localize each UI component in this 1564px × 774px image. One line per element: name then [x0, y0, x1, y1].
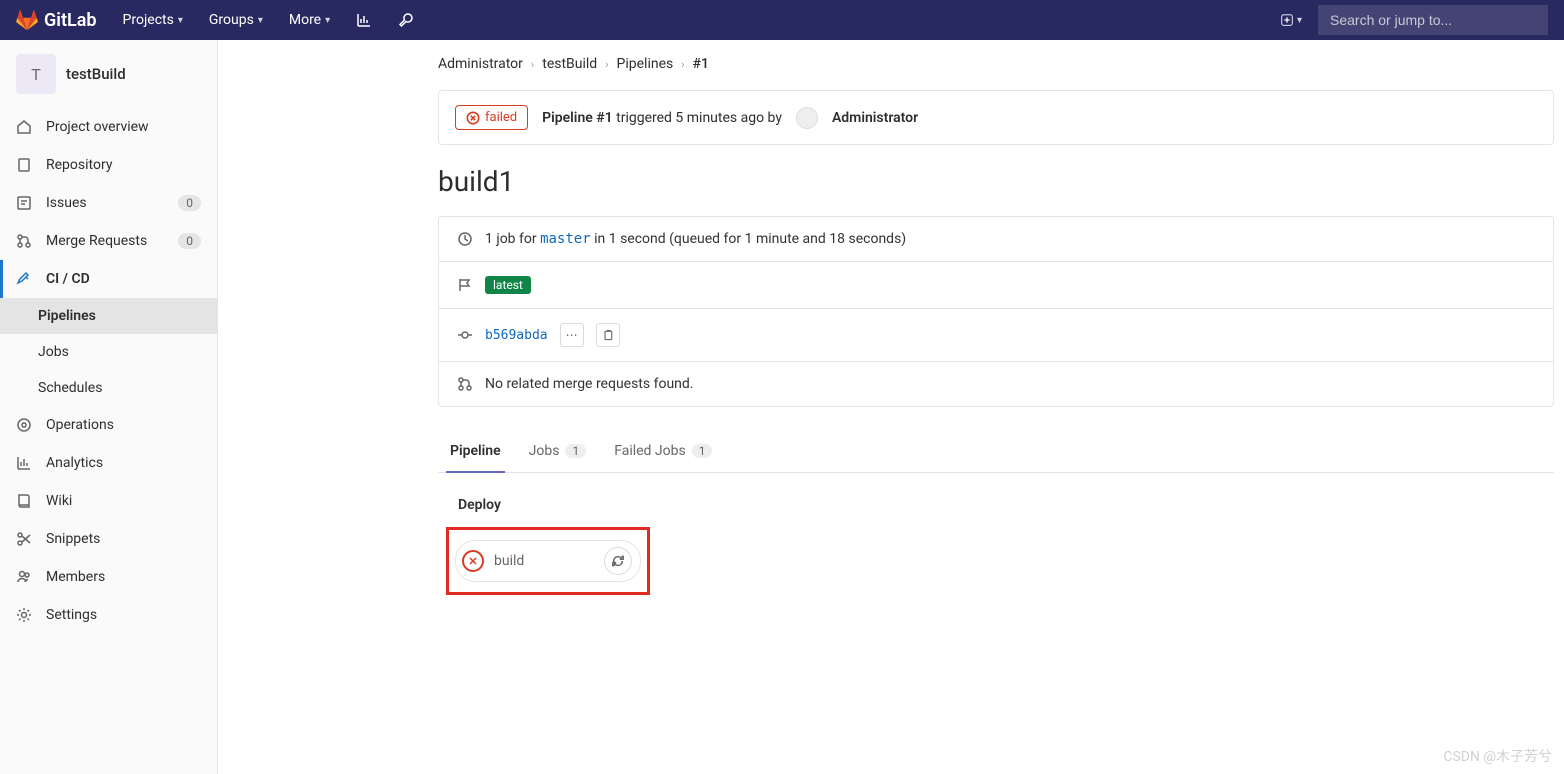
gitlab-icon: [16, 9, 38, 31]
navbar-right: ▾: [1272, 5, 1548, 35]
chevron-right-icon: ›: [531, 58, 534, 71]
clock-icon: [457, 231, 473, 247]
commit-sha-link[interactable]: b569abda: [485, 328, 548, 343]
sidebar: T testBuild Project overview Repository …: [0, 40, 218, 774]
nav-groups[interactable]: Groups▾: [199, 0, 273, 40]
more-actions-button[interactable]: ⋯: [560, 323, 584, 347]
mr-count-badge: 0: [178, 233, 201, 249]
main-content: Administrator › testBuild › Pipelines › …: [218, 40, 1564, 774]
scissors-icon: [16, 531, 32, 547]
retry-icon: [611, 554, 625, 568]
gitlab-logo[interactable]: GitLab: [16, 9, 97, 31]
wrench-icon: [398, 12, 414, 28]
tab-failed-jobs[interactable]: Failed Jobs1: [610, 431, 716, 473]
pipeline-summary: Pipeline #1 triggered 5 minutes ago by: [542, 110, 782, 126]
branch-link[interactable]: master: [540, 231, 591, 247]
status-badge-failed[interactable]: failed: [455, 105, 528, 130]
failed-jobs-count: 1: [692, 444, 713, 458]
latest-tag: latest: [485, 276, 531, 294]
top-navbar: GitLab Projects▾ Groups▾ More▾ ▾: [0, 0, 1564, 40]
issues-count-badge: 0: [178, 195, 201, 211]
sidebar-item-settings[interactable]: Settings: [0, 596, 217, 634]
chevron-right-icon: ›: [681, 58, 684, 71]
info-commit: b569abda ⋯: [439, 309, 1553, 362]
crumb-project[interactable]: testBuild: [542, 56, 597, 72]
file-icon: [16, 157, 32, 173]
crumb-pipelines[interactable]: Pipelines: [617, 56, 674, 72]
sidebar-item-operations[interactable]: Operations: [0, 406, 217, 444]
project-avatar: T: [16, 54, 56, 94]
chevron-down-icon: ▾: [258, 15, 263, 26]
sidebar-item-issues[interactable]: Issues 0: [0, 184, 217, 222]
crumb-current: #1: [693, 56, 709, 72]
nav-more[interactable]: More▾: [279, 0, 340, 40]
project-name: testBuild: [66, 65, 126, 83]
sidebar-sub-pipelines[interactable]: Pipelines: [0, 298, 217, 334]
merge-icon: [16, 233, 32, 249]
pipeline-tabs: Pipeline Jobs1 Failed Jobs1: [438, 431, 1554, 473]
nav-projects[interactable]: Projects▾: [113, 0, 193, 40]
create-new-button[interactable]: ▾: [1272, 9, 1310, 31]
sidebar-sub-jobs[interactable]: Jobs: [0, 334, 217, 370]
info-jobs: 1 job for master in 1 second (queued for…: [439, 217, 1553, 262]
annotation-highlight: ✕ build: [446, 527, 650, 595]
operations-icon: [16, 417, 32, 433]
chevron-down-icon: ▾: [178, 15, 183, 26]
pipeline-header: failed Pipeline #1 triggered 5 minutes a…: [438, 90, 1554, 145]
info-tags: latest: [439, 262, 1553, 309]
info-mr: No related merge requests found.: [439, 362, 1553, 406]
chevron-down-icon: ▾: [325, 15, 330, 26]
plus-icon: [1280, 13, 1294, 27]
flag-icon: [457, 277, 473, 293]
nav-admin-icon[interactable]: [388, 0, 424, 40]
search-input[interactable]: [1318, 5, 1548, 35]
job-name: build: [494, 553, 594, 569]
rocket-icon: [16, 271, 32, 287]
author-avatar[interactable]: [796, 107, 818, 129]
pipeline-graph: Deploy ✕ build: [438, 473, 1554, 619]
watermark: CSDN @木子芳兮: [1443, 746, 1552, 766]
sidebar-sub-schedules[interactable]: Schedules: [0, 370, 217, 406]
sidebar-item-repository[interactable]: Repository: [0, 146, 217, 184]
nav-activity-icon[interactable]: [346, 0, 382, 40]
chevron-right-icon: ›: [605, 58, 608, 71]
sidebar-item-analytics[interactable]: Analytics: [0, 444, 217, 482]
gear-icon: [16, 607, 32, 623]
pipeline-info-panel: 1 job for master in 1 second (queued for…: [438, 216, 1554, 407]
users-icon: [16, 569, 32, 585]
chart-icon: [356, 12, 372, 28]
breadcrumb: Administrator › testBuild › Pipelines › …: [438, 56, 1554, 90]
crumb-admin[interactable]: Administrator: [438, 56, 523, 72]
sidebar-item-merge-requests[interactable]: Merge Requests 0: [0, 222, 217, 260]
retry-job-button[interactable]: [604, 547, 632, 575]
sidebar-item-snippets[interactable]: Snippets: [0, 520, 217, 558]
author-name[interactable]: Administrator: [832, 110, 918, 126]
stage-name: Deploy: [446, 497, 1546, 513]
sidebar-item-cicd[interactable]: CI / CD: [0, 260, 217, 298]
merge-icon: [457, 376, 473, 392]
sidebar-item-wiki[interactable]: Wiki: [0, 482, 217, 520]
clipboard-icon: [602, 329, 614, 341]
copy-sha-button[interactable]: [596, 323, 620, 347]
sidebar-item-overview[interactable]: Project overview: [0, 108, 217, 146]
issues-icon: [16, 195, 32, 211]
chevron-down-icon: ▾: [1297, 15, 1302, 26]
tab-jobs[interactable]: Jobs1: [525, 431, 591, 473]
home-icon: [16, 119, 32, 135]
page-title: build1: [438, 165, 1554, 198]
brand-text: GitLab: [44, 10, 97, 31]
commit-icon: [457, 327, 473, 343]
job-failed-icon: ✕: [462, 550, 484, 572]
jobs-count: 1: [565, 444, 586, 458]
project-header[interactable]: T testBuild: [0, 40, 217, 108]
sidebar-item-members[interactable]: Members: [0, 558, 217, 596]
analytics-icon: [16, 455, 32, 471]
failed-icon: [466, 111, 480, 125]
navbar-left: GitLab Projects▾ Groups▾ More▾: [16, 0, 424, 40]
book-icon: [16, 493, 32, 509]
job-pill-build[interactable]: ✕ build: [455, 540, 641, 582]
tab-pipeline[interactable]: Pipeline: [446, 431, 505, 473]
